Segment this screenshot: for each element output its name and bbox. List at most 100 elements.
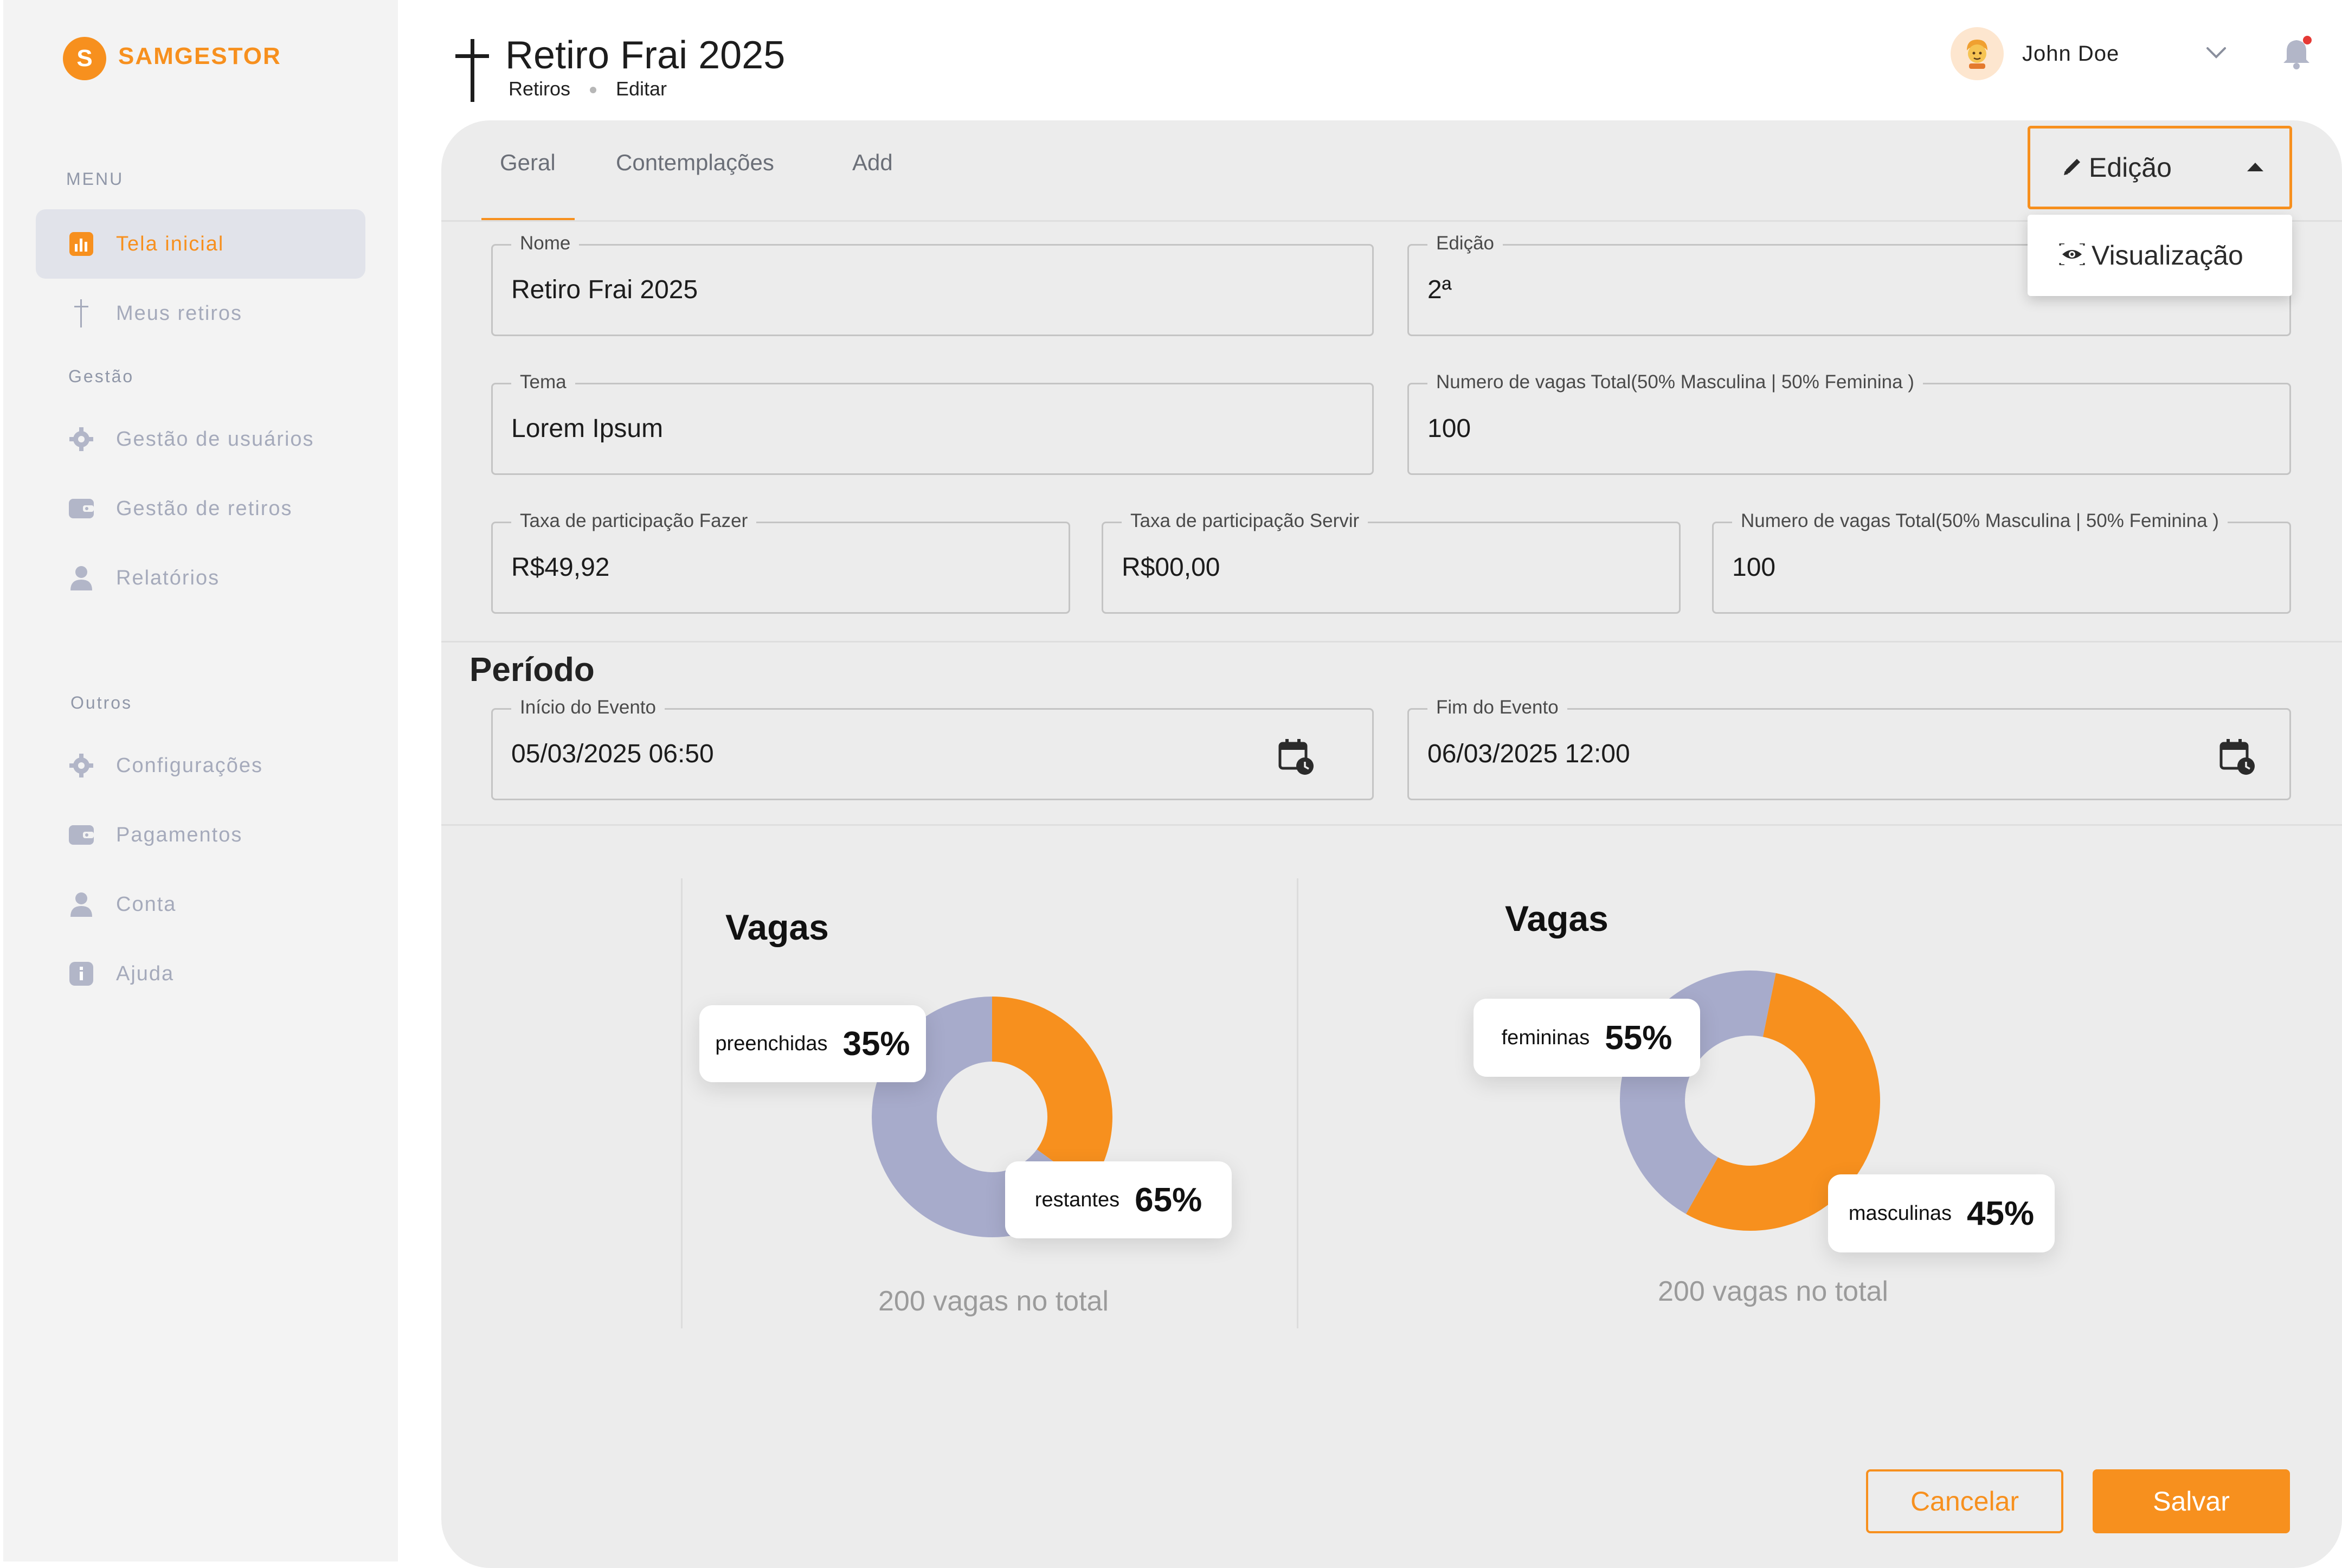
- section-divider: [441, 824, 2342, 826]
- field-value: 06/03/2025 12:00: [1427, 740, 1630, 768]
- breadcrumb-separator: [590, 87, 596, 93]
- field-value: 100: [1427, 414, 1471, 443]
- calendar-clock-icon[interactable]: [1278, 738, 1316, 779]
- bell-icon[interactable]: [2282, 35, 2314, 73]
- tab-contemplacoes[interactable]: Contemplações: [616, 146, 774, 179]
- slice-percent: 45%: [1966, 1194, 2035, 1232]
- field-value: 05/03/2025 06:50: [511, 740, 714, 768]
- gear-icon: [68, 753, 94, 779]
- legend-tag-femininas: femininas 55%: [1474, 999, 1700, 1077]
- wallet-icon: [68, 496, 94, 522]
- save-button[interactable]: Salvar: [2093, 1469, 2290, 1533]
- page-title: Retiro Frai 2025: [505, 34, 786, 77]
- sidebar-item-gestao-usuarios[interactable]: Gestão de usuários: [36, 404, 365, 474]
- wallet-icon: [68, 822, 94, 848]
- mode-select[interactable]: Edição: [2028, 126, 2292, 209]
- chart-divider: [681, 878, 683, 1328]
- sidebar-item-relatorios[interactable]: Relatórios: [36, 543, 365, 613]
- sidebar-item-label: Tela inicial: [116, 232, 224, 255]
- nome-field[interactable]: Nome Retiro Frai 2025: [491, 232, 1374, 336]
- field-label: Numero de vagas Total(50% Masculina | 50…: [1732, 509, 2228, 533]
- sidebar-item-label: Conta: [116, 892, 177, 916]
- tab-add[interactable]: Add: [852, 146, 893, 179]
- menu-item-label: Visualização: [2092, 240, 2243, 271]
- chart-icon: [68, 231, 94, 257]
- sidebar-item-conta[interactable]: Conta: [36, 870, 365, 939]
- menu-item-visualizacao[interactable]: Visualização: [2059, 240, 2243, 271]
- section-divider: [441, 641, 2342, 642]
- field-label: Fim do Evento: [1427, 696, 1567, 719]
- sidebar-item-label: Gestão de retiros: [116, 497, 293, 520]
- field-value: 2ª: [1427, 275, 1452, 304]
- info-icon: [68, 961, 94, 987]
- slice-label: femininas: [1501, 1026, 1590, 1049]
- sidebar-item-pagamentos[interactable]: Pagamentos: [36, 800, 365, 870]
- donut-slice-preenchidas: [991, 997, 1112, 1188]
- pencil-icon: [2062, 156, 2083, 180]
- vagas-total-field[interactable]: Numero de vagas Total(50% Masculina | 50…: [1407, 370, 2291, 475]
- sidebar-item-label: Relatórios: [116, 566, 220, 589]
- taxa-fazer-field[interactable]: Taxa de participação Fazer R$49,92: [491, 509, 1070, 614]
- tab-geral[interactable]: Geral: [500, 146, 556, 179]
- sidebar-item-gestao-retiros[interactable]: Gestão de retiros: [36, 474, 365, 543]
- calendar-clock-icon[interactable]: [2219, 738, 2257, 779]
- cancel-button[interactable]: Cancelar: [1866, 1469, 2063, 1533]
- field-label: Nome: [511, 232, 580, 255]
- sidebar-item-label: Configurações: [116, 754, 263, 777]
- field-value: Retiro Frai 2025: [511, 275, 698, 304]
- gear-icon: [68, 426, 94, 452]
- field-value: Lorem Ipsum: [511, 414, 664, 443]
- sidebar-item-configuracoes[interactable]: Configurações: [36, 731, 365, 800]
- field-value: R$00,00: [1122, 553, 1220, 582]
- field-label: Taxa de participação Servir: [1122, 509, 1368, 533]
- sidebar-item-label: Ajuda: [116, 962, 175, 985]
- slice-percent: 65%: [1135, 1181, 1202, 1219]
- sidebar-item-label: Gestão de usuários: [116, 427, 314, 451]
- sidebar-section-menu: MENU: [66, 169, 124, 189]
- user-name[interactable]: John Doe: [2022, 40, 2119, 67]
- fim-evento-field[interactable]: Fim do Evento 06/03/2025 12:00: [1407, 696, 2291, 800]
- eye-icon: [2059, 242, 2085, 268]
- slice-percent: 35%: [842, 1025, 910, 1063]
- main-panel: [441, 120, 2342, 1568]
- avatar[interactable]: [1951, 27, 2004, 80]
- brand-name: SAMGESTOR: [118, 43, 281, 69]
- caret-up-icon: [2247, 162, 2263, 174]
- chart-total: 200 vagas no total: [1658, 1276, 1888, 1307]
- slice-label: restantes: [1034, 1188, 1120, 1211]
- cross-icon: [453, 39, 491, 105]
- field-label: Taxa de participação Fazer: [511, 509, 757, 533]
- mode-selected-label: Edição: [2089, 152, 2172, 183]
- vagas-total-field-2[interactable]: Numero de vagas Total(50% Masculina | 50…: [1712, 509, 2291, 614]
- tema-field[interactable]: Tema Lorem Ipsum: [491, 370, 1374, 475]
- slice-label: preenchidas: [715, 1032, 828, 1055]
- sidebar-item-tela-inicial[interactable]: Tela inicial: [36, 209, 365, 279]
- legend-tag-masculinas: masculinas 45%: [1828, 1174, 2055, 1252]
- breadcrumb-editar: Editar: [616, 78, 667, 100]
- legend-tag-restantes: restantes 65%: [1005, 1161, 1232, 1238]
- field-value: 100: [1732, 553, 1776, 582]
- breadcrumb-retiros[interactable]: Retiros: [509, 77, 570, 101]
- chevron-down-icon[interactable]: [2205, 46, 2227, 62]
- field-label: Numero de vagas Total(50% Masculina | 50…: [1427, 370, 1923, 394]
- legend-tag-preenchidas: preenchidas 35%: [699, 1005, 926, 1082]
- user-icon: [68, 891, 94, 917]
- field-label: Edição: [1427, 232, 1503, 255]
- sidebar-section-outros: Outros: [70, 693, 133, 712]
- logo-icon: S: [63, 37, 106, 80]
- field-label: Início do Evento: [511, 696, 665, 719]
- mode-menu: Visualização: [2028, 215, 2292, 296]
- field-value: R$49,92: [511, 553, 610, 582]
- cross-icon: [68, 299, 94, 327]
- user-icon: [68, 565, 94, 591]
- inicio-evento-field[interactable]: Início do Evento 05/03/2025 06:50: [491, 696, 1374, 800]
- sidebar-item-label: Meus retiros: [116, 301, 243, 325]
- periodo-title: Período: [469, 651, 595, 689]
- slice-label: masculinas: [1848, 1201, 1952, 1225]
- chart-divider: [1297, 878, 1298, 1328]
- sidebar-section-gestao: Gestão: [68, 367, 134, 386]
- sidebar-item-meus-retiros[interactable]: Meus retiros: [36, 279, 365, 348]
- sidebar-item-label: Pagamentos: [116, 823, 243, 846]
- sidebar-item-ajuda[interactable]: Ajuda: [36, 939, 365, 1008]
- taxa-servir-field[interactable]: Taxa de participação Servir R$00,00: [1102, 509, 1681, 614]
